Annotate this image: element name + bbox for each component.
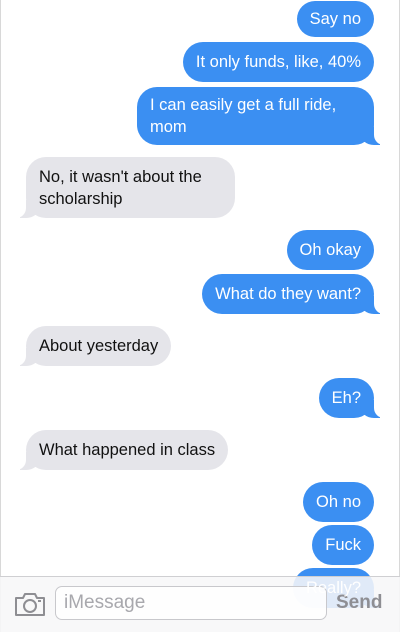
message-text: Oh okay: [299, 241, 361, 259]
message-text: Really?: [305, 579, 361, 597]
message-text: What happened in class: [39, 441, 216, 459]
message-text: No, it wasn't about the scholarship: [39, 167, 202, 208]
message-text: About yesterday: [39, 337, 159, 355]
message-text: Fuck: [325, 536, 361, 554]
message-bubble-sent[interactable]: Oh no: [303, 482, 374, 522]
message-bubble-received[interactable]: What happened in class: [11, 430, 229, 470]
message-text: It only funds, like, 40%: [195, 53, 361, 71]
message-bubble-sent[interactable]: I can easily get a full ride, mom: [137, 87, 388, 145]
message-text: I can easily get a full ride, mom: [150, 96, 337, 136]
message-text: Eh?: [331, 389, 361, 407]
message-bubble-received[interactable]: No, it wasn't about the scholarship: [12, 157, 235, 218]
message-text: Say no: [309, 10, 361, 28]
message-bubble-sent[interactable]: Oh okay: [286, 230, 374, 270]
message-bubble-received[interactable]: About yesterday: [11, 326, 172, 366]
message-input[interactable]: [55, 586, 327, 620]
message-text: What do they want?: [215, 285, 361, 303]
message-bubble-sent[interactable]: Eh?: [318, 378, 389, 418]
message-bubble-sent[interactable]: It only funds, like, 40%: [182, 42, 374, 82]
message-bubble-sent[interactable]: Say no: [296, 1, 374, 37]
camera-icon[interactable]: [14, 591, 46, 617]
message-thread[interactable]: Say no It only funds, like, 40% I can ea…: [0, 0, 400, 632]
message-bubble-sent[interactable]: Fuck: [312, 525, 374, 565]
message-text: Oh no: [316, 493, 361, 511]
message-bubble-sent[interactable]: What do they want?: [202, 274, 388, 314]
